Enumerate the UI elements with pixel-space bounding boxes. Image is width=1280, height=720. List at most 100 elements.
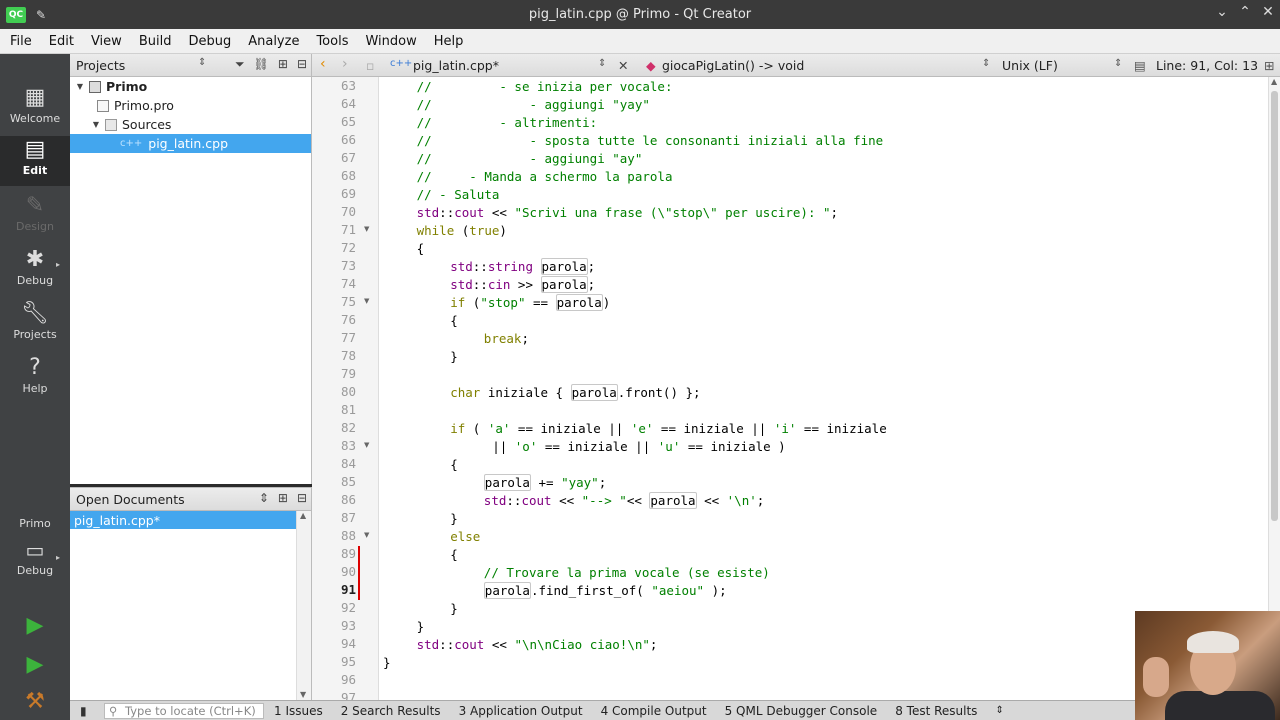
code-line[interactable]: } [383, 654, 391, 672]
fold-marker-icon[interactable]: ▼ [364, 441, 369, 449]
function-selector[interactable]: giocaPigLatin() -> void [662, 58, 804, 73]
code-line[interactable]: } [450, 600, 458, 618]
code-line[interactable]: // - sposta tutte le consonanti iniziali… [417, 132, 884, 150]
line-ending-selector[interactable]: Unix (LF) [1002, 58, 1058, 73]
locator-input[interactable]: ⚲ Type to locate (Ctrl+K) [104, 702, 264, 719]
menu-window[interactable]: Window [355, 34, 423, 49]
tree-item-project[interactable]: ▼ Primo [70, 77, 311, 96]
line-number[interactable]: 96 [312, 672, 356, 687]
close-document-icon[interactable]: ✕ [618, 58, 628, 73]
pane-selector-arrows-icon[interactable]: ⇕ [198, 57, 206, 68]
cursor-position[interactable]: Line: 91, Col: 13 [1156, 58, 1258, 73]
line-number[interactable]: 79 [312, 366, 356, 381]
close-pane-icon[interactable]: ⊟ [297, 57, 307, 72]
scrollbar-thumb[interactable] [1271, 91, 1278, 521]
menu-edit[interactable]: Edit [39, 34, 81, 49]
output-tab-qml-debugger-console[interactable]: 5 QML Debugger Console [725, 704, 878, 718]
code-line[interactable]: // Trovare la prima vocale (se esiste) [484, 564, 770, 582]
output-tab-test-results[interactable]: 8 Test Results [895, 704, 977, 718]
line-number[interactable]: 87 [312, 510, 356, 525]
code-line[interactable]: } [450, 348, 458, 366]
output-tab-search-results[interactable]: 2 Search Results [341, 704, 441, 718]
output-tab-compile-output[interactable]: 4 Compile Output [601, 704, 707, 718]
code-line[interactable]: std::string parola; [450, 258, 595, 276]
menu-help[interactable]: Help [424, 34, 471, 49]
tree-item-cpp-file[interactable]: c++ pig_latin.cpp [70, 134, 311, 153]
forward-icon[interactable]: › [342, 56, 348, 72]
line-number[interactable]: 90 [312, 564, 356, 579]
line-number[interactable]: 83 [312, 438, 356, 453]
code-line[interactable]: if ( 'a' == iniziale || 'e' == iniziale … [450, 420, 887, 438]
fold-marker-icon[interactable]: ▼ [364, 297, 369, 305]
code-line[interactable]: // - altrimenti: [417, 114, 598, 132]
mode-welcome[interactable]: ▦ Welcome [0, 84, 70, 134]
line-number[interactable]: 71 [312, 222, 356, 237]
code-line[interactable]: { [450, 546, 458, 564]
mode-design[interactable]: ✎ Design [0, 192, 70, 242]
code-line[interactable]: } [450, 510, 458, 528]
collapse-arrow-icon[interactable]: ▼ [74, 82, 86, 91]
code-editor[interactable]: // - se inizia per vocale:// - aggiungi … [379, 77, 1268, 700]
code-line[interactable]: // - se inizia per vocale: [417, 78, 673, 96]
line-number[interactable]: 93 [312, 618, 356, 633]
code-line[interactable]: break; [484, 330, 529, 348]
line-number[interactable]: 76 [312, 312, 356, 327]
minimize-icon[interactable]: ⌄ [1211, 4, 1233, 20]
more-panes-arrows-icon[interactable]: ⇕ [995, 705, 1003, 716]
code-line[interactable]: char iniziale { parola.front() }; [450, 384, 701, 402]
code-line[interactable]: std::cin >> parola; [450, 276, 595, 294]
line-number[interactable]: 84 [312, 456, 356, 471]
line-number[interactable]: 68 [312, 168, 356, 183]
line-number[interactable]: 74 [312, 276, 356, 291]
line-number[interactable]: 95 [312, 654, 356, 669]
filter-icon[interactable]: ⏷ [235, 57, 245, 72]
code-line[interactable]: std::cout << "Scrivi una frase (\"stop\"… [417, 204, 838, 222]
line-number[interactable]: 81 [312, 402, 356, 417]
function-selector-arrows-icon[interactable]: ⇕ [982, 58, 990, 69]
code-line[interactable]: // - aggiungi "yay" [417, 96, 650, 114]
file-selector[interactable]: pig_latin.cpp* [413, 58, 499, 73]
link-icon[interactable]: ⛓ [254, 57, 269, 72]
line-number[interactable]: 89 [312, 546, 356, 561]
line-number[interactable]: 67 [312, 150, 356, 165]
line-number[interactable]: 86 [312, 492, 356, 507]
mode-projects[interactable]: 🔧︎ Projects [0, 300, 70, 350]
code-line[interactable]: { [450, 456, 458, 474]
mode-debug[interactable]: ✱ Debug ▸ [0, 246, 70, 296]
line-number-gutter[interactable]: 63 64 65 66 67 68 69 70 71 ▼ 72 73 74 75 ▼ 76 77 78 79 80 81… [312, 77, 379, 705]
fold-marker-icon[interactable]: ▼ [364, 531, 369, 539]
code-line[interactable]: std::cout << "\n\nCiao ciao!\n"; [417, 636, 658, 654]
file-selector-arrows-icon[interactable]: ⇕ [598, 58, 606, 69]
scroll-up-icon[interactable]: ▲ [1271, 77, 1277, 86]
build-button[interactable]: ⚒ [0, 688, 70, 714]
maximize-icon[interactable]: ⌃ [1234, 4, 1256, 20]
open-document-item[interactable]: pig_latin.cpp* [70, 511, 296, 529]
run-button[interactable]: ▶ [0, 612, 70, 638]
code-line[interactable]: { [417, 240, 425, 258]
line-number[interactable]: 66 [312, 132, 356, 147]
pane-selector-arrows-icon[interactable]: ⇕ [259, 491, 269, 505]
code-line[interactable]: parola += "yay"; [483, 474, 606, 492]
code-line[interactable]: else [450, 528, 480, 546]
line-number[interactable]: 75 [312, 294, 356, 309]
kit-selector[interactable]: Primo ▭ Debug ▸ [0, 517, 70, 589]
line-number[interactable]: 69 [312, 186, 356, 201]
code-line[interactable]: std::cout << "--> "<< parola << '\n'; [484, 492, 764, 510]
line-number[interactable]: 92 [312, 600, 356, 615]
close-pane-icon[interactable]: ⊟ [297, 491, 307, 505]
line-number[interactable]: 91 [312, 582, 356, 597]
line-number[interactable]: 72 [312, 240, 356, 255]
scroll-down-icon[interactable]: ▼ [300, 690, 306, 699]
close-window-icon[interactable]: ✕ [1257, 4, 1279, 20]
code-line[interactable]: // - Saluta [417, 186, 500, 204]
line-number[interactable]: 70 [312, 204, 356, 219]
tree-item-sources[interactable]: ▼ Sources [70, 115, 311, 134]
menu-build[interactable]: Build [129, 34, 179, 49]
split-icon[interactable]: ⊞ [278, 57, 288, 72]
line-number[interactable]: 63 [312, 78, 356, 93]
line-number[interactable]: 82 [312, 420, 356, 435]
output-tab-application-output[interactable]: 3 Application Output [459, 704, 583, 718]
editor-scrollbar[interactable]: ▲ [1268, 77, 1280, 700]
menu-debug[interactable]: Debug [178, 34, 238, 49]
open-documents-scrollbar[interactable]: ▲ ▼ [296, 511, 311, 701]
